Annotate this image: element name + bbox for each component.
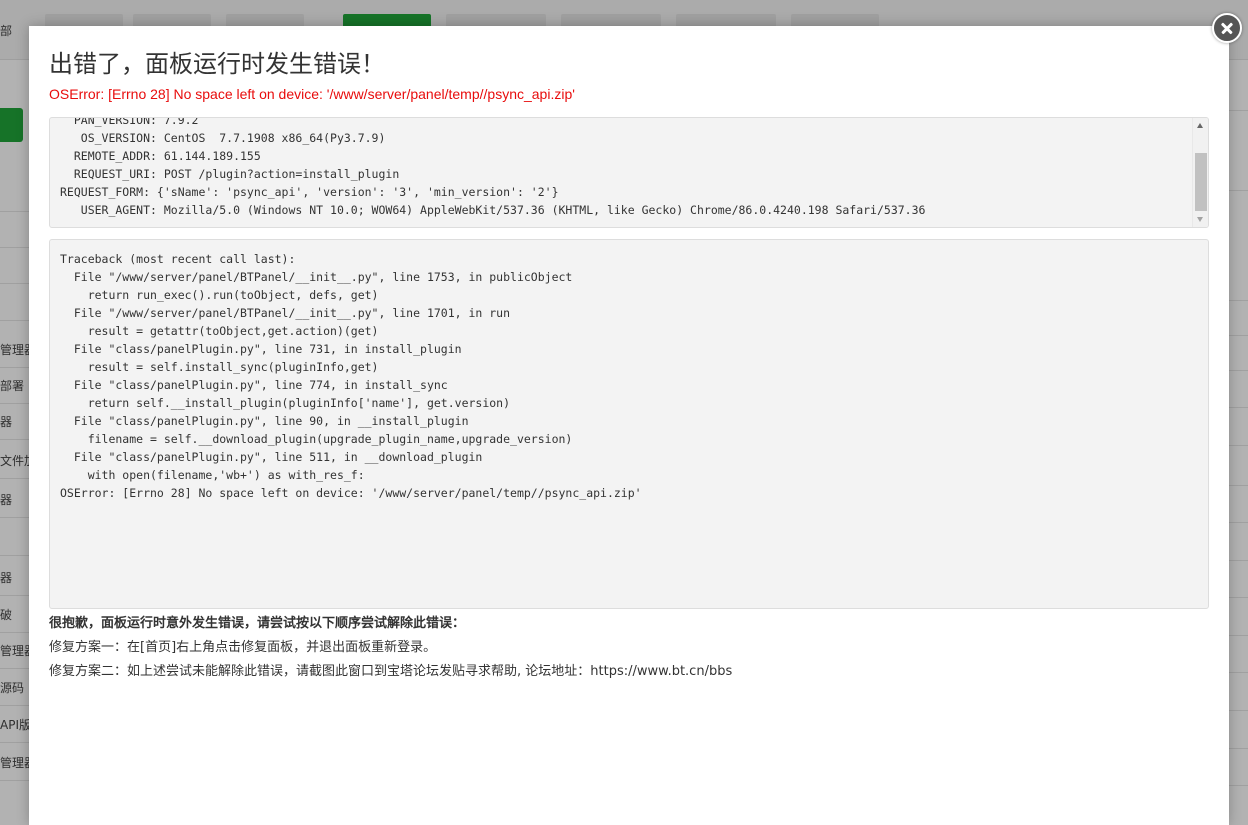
info-line: OS_VERSION: CentOS 7.7.1908 x86_64(Py3.7… [60,131,386,145]
info-line: USER_AGENT: Mozilla/5.0 (Windows NT 10.0… [60,203,926,217]
traceback-box[interactable]: Traceback (most recent call last): File … [49,239,1209,609]
traceback-line: OSError: [Errno 28] No space left on dev… [60,486,642,500]
info-line: REQUEST_FORM: {'sName': 'psync_api', 've… [60,185,559,199]
info-line: REQUEST_URI: POST /plugin?action=install… [60,167,400,181]
fix-option-one: 修复方案一：在[首页]右上角点击修复面板，并退出面板重新登录。 [49,640,437,655]
scroll-thumb[interactable] [1195,153,1207,211]
fix-option-two: 修复方案二：如上述尝试未能解除此错误，请截图此窗口到宝塔论坛发贴寻求帮助, 论坛… [49,664,733,679]
dialog-title: 出错了，面板运行时发生错误！ [49,50,385,78]
traceback-line: result = getattr(toObject,get.action)(ge… [60,324,379,338]
traceback-line: with open(filename,'wb+') as with_res_f: [60,468,365,482]
scroll-up-arrow-icon[interactable] [1197,123,1203,128]
close-icon[interactable] [1212,13,1242,43]
traceback-line: return run_exec().run(toObject, defs, ge… [60,288,379,302]
traceback-line: File "/www/server/panel/BTPanel/__init__… [60,270,573,284]
traceback-line: Traceback (most recent call last): [60,252,296,266]
traceback-line: File "class/panelPlugin.py", line 731, i… [60,342,462,356]
traceback-line: File "class/panelPlugin.py", line 511, i… [60,450,483,464]
info-line: REMOTE_ADDR: 61.144.189.155 [60,149,261,163]
info-scrollbar[interactable] [1192,118,1208,227]
error-dialog: 出错了，面板运行时发生错误！ OSError: [Errno 28] No sp… [29,26,1229,825]
traceback-line: File "class/panelPlugin.py", line 90, in… [60,414,469,428]
traceback-line: File "/www/server/panel/BTPanel/__init__… [60,306,511,320]
request-info-box[interactable]: PAN_VERSION: 7.9.2 OS_VERSION: CentOS 7.… [49,117,1209,228]
help-title: 很抱歉，面板运行时意外发生错误，请尝试按以下顺序尝试解除此错误： [49,616,466,631]
traceback-line: result = self.install_sync(pluginInfo,ge… [60,360,379,374]
traceback-line: return self.__install_plugin(pluginInfo[… [60,396,511,410]
request-info-content: PAN_VERSION: 7.9.2 OS_VERSION: CentOS 7.… [50,117,1190,219]
traceback-line: filename = self.__download_plugin(upgrad… [60,432,573,446]
scroll-down-arrow-icon[interactable] [1197,217,1203,222]
help-section: 很抱歉，面板运行时意外发生错误，请尝试按以下顺序尝试解除此错误： 修复方案一：在… [49,612,732,684]
traceback-line: File "class/panelPlugin.py", line 774, i… [60,378,448,392]
info-line: PAN_VERSION: 7.9.2 [60,117,199,127]
error-message: OSError: [Errno 28] No space left on dev… [49,86,575,102]
